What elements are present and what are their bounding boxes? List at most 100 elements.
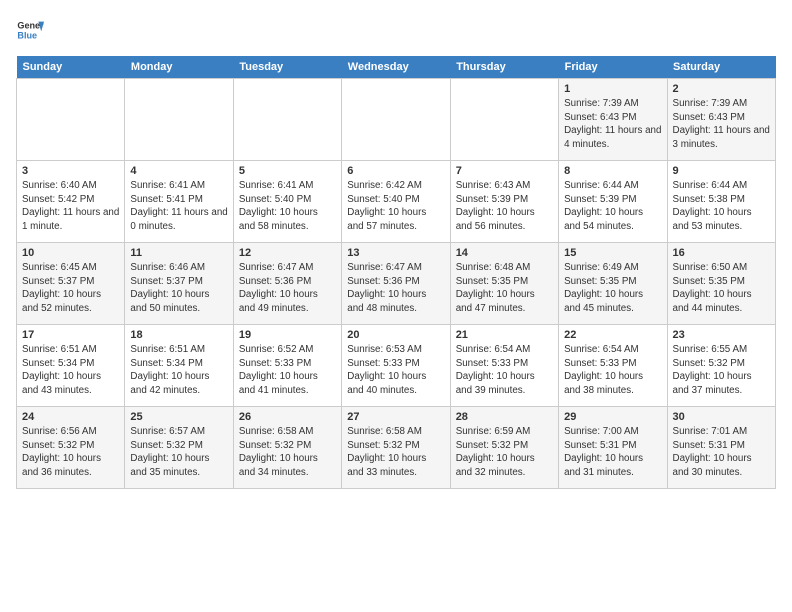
day-info: Sunrise: 6:54 AM Sunset: 5:33 PM Dayligh… — [456, 343, 553, 398]
weekday-header-row: SundayMondayTuesdayWednesdayThursdayFrid… — [17, 56, 776, 79]
calendar-cell: 23 Sunrise: 6:55 AM Sunset: 5:32 PM Dayli… — [667, 325, 775, 407]
day-number: 17 — [22, 329, 119, 341]
calendar-cell: 2 Sunrise: 7:39 AM Sunset: 6:43 PM Daylig… — [667, 79, 775, 161]
day-number: 25 — [130, 411, 227, 423]
day-number: 21 — [456, 329, 553, 341]
day-number: 15 — [564, 247, 661, 259]
day-info: Sunrise: 7:39 AM Sunset: 6:43 PM Dayligh… — [673, 97, 770, 152]
calendar-cell: 25 Sunrise: 6:57 AM Sunset: 5:32 PM Dayli… — [125, 407, 233, 489]
day-number: 3 — [22, 165, 119, 177]
day-number: 28 — [456, 411, 553, 423]
weekday-header-cell: Friday — [559, 56, 667, 79]
day-number: 5 — [239, 165, 336, 177]
weekday-header-cell: Thursday — [450, 56, 558, 79]
day-info: Sunrise: 6:56 AM Sunset: 5:32 PM Dayligh… — [22, 425, 119, 480]
day-info: Sunrise: 6:50 AM Sunset: 5:35 PM Dayligh… — [673, 261, 770, 316]
day-number: 16 — [673, 247, 770, 259]
calendar-cell: 24 Sunrise: 6:56 AM Sunset: 5:32 PM Dayli… — [17, 407, 125, 489]
day-info: Sunrise: 7:00 AM Sunset: 5:31 PM Dayligh… — [564, 425, 661, 480]
calendar-cell: 18Sunrise: 6:51 AM Sunset: 5:34 PM Dayli… — [125, 325, 233, 407]
day-number: 2 — [673, 83, 770, 95]
day-number: 30 — [673, 411, 770, 423]
day-number: 7 — [456, 165, 553, 177]
day-info: Sunrise: 6:49 AM Sunset: 5:35 PM Dayligh… — [564, 261, 661, 316]
calendar-table: SundayMondayTuesdayWednesdayThursdayFrid… — [16, 56, 776, 489]
day-number: 20 — [347, 329, 444, 341]
day-number: 4 — [130, 165, 227, 177]
calendar-cell: 16 Sunrise: 6:50 AM Sunset: 5:35 PM Dayli… — [667, 243, 775, 325]
calendar-cell: 10Sunrise: 6:45 AM Sunset: 5:37 PM Dayli… — [17, 243, 125, 325]
calendar-cell: 29 Sunrise: 7:00 AM Sunset: 5:31 PM Dayli… — [559, 407, 667, 489]
day-info: Sunrise: 6:41 AM Sunset: 5:40 PM Dayligh… — [239, 179, 336, 234]
day-number: 23 — [673, 329, 770, 341]
calendar-cell: 20 Sunrise: 6:53 AM Sunset: 5:33 PM Dayli… — [342, 325, 450, 407]
svg-text:Blue: Blue — [17, 30, 37, 40]
calendar-week-row: 10Sunrise: 6:45 AM Sunset: 5:37 PM Dayli… — [17, 243, 776, 325]
day-info: Sunrise: 6:51 AM Sunset: 5:34 PM Dayligh… — [22, 343, 119, 398]
day-info: Sunrise: 6:52 AM Sunset: 5:33 PM Dayligh… — [239, 343, 336, 398]
day-number: 14 — [456, 247, 553, 259]
day-number: 24 — [22, 411, 119, 423]
calendar-cell — [17, 79, 125, 161]
calendar-cell: 26Sunrise: 6:58 AM Sunset: 5:32 PM Dayli… — [233, 407, 341, 489]
calendar-week-row: 3Sunrise: 6:40 AM Sunset: 5:42 PM Daylig… — [17, 161, 776, 243]
calendar-cell: 21 Sunrise: 6:54 AM Sunset: 5:33 PM Dayli… — [450, 325, 558, 407]
calendar-cell: 14 Sunrise: 6:48 AM Sunset: 5:35 PM Dayli… — [450, 243, 558, 325]
day-info: Sunrise: 6:45 AM Sunset: 5:37 PM Dayligh… — [22, 261, 119, 316]
calendar-cell: 28 Sunrise: 6:59 AM Sunset: 5:32 PM Dayli… — [450, 407, 558, 489]
calendar-week-row: 17 Sunrise: 6:51 AM Sunset: 5:34 PM Dayli… — [17, 325, 776, 407]
day-info: Sunrise: 7:39 AM Sunset: 6:43 PM Dayligh… — [564, 97, 661, 152]
day-info: Sunrise: 6:53 AM Sunset: 5:33 PM Dayligh… — [347, 343, 444, 398]
calendar-cell: 13 Sunrise: 6:47 AM Sunset: 5:36 PM Dayli… — [342, 243, 450, 325]
day-number: 29 — [564, 411, 661, 423]
calendar-cell: 15 Sunrise: 6:49 AM Sunset: 5:35 PM Dayli… — [559, 243, 667, 325]
calendar-cell: 27Sunrise: 6:58 AM Sunset: 5:32 PM Dayli… — [342, 407, 450, 489]
day-info: Sunrise: 6:44 AM Sunset: 5:39 PM Dayligh… — [564, 179, 661, 234]
calendar-cell: 5 Sunrise: 6:41 AM Sunset: 5:40 PM Daylig… — [233, 161, 341, 243]
day-number: 19 — [239, 329, 336, 341]
calendar-cell — [450, 79, 558, 161]
day-number: 12 — [239, 247, 336, 259]
day-number: 1 — [564, 83, 661, 95]
day-info: Sunrise: 7:01 AM Sunset: 5:31 PM Dayligh… — [673, 425, 770, 480]
calendar-body: 1 Sunrise: 7:39 AM Sunset: 6:43 PM Daylig… — [17, 79, 776, 489]
calendar-cell: 19 Sunrise: 6:52 AM Sunset: 5:33 PM Dayli… — [233, 325, 341, 407]
calendar-cell: 17 Sunrise: 6:51 AM Sunset: 5:34 PM Dayli… — [17, 325, 125, 407]
weekday-header-cell: Monday — [125, 56, 233, 79]
day-info: Sunrise: 6:44 AM Sunset: 5:38 PM Dayligh… — [673, 179, 770, 234]
day-info: Sunrise: 6:55 AM Sunset: 5:32 PM Dayligh… — [673, 343, 770, 398]
calendar-cell: 11Sunrise: 6:46 AM Sunset: 5:37 PM Dayli… — [125, 243, 233, 325]
day-number: 11 — [130, 247, 227, 259]
day-info: Sunrise: 6:42 AM Sunset: 5:40 PM Dayligh… — [347, 179, 444, 234]
weekday-header-cell: Sunday — [17, 56, 125, 79]
calendar-week-row: 24 Sunrise: 6:56 AM Sunset: 5:32 PM Dayli… — [17, 407, 776, 489]
day-info: Sunrise: 6:47 AM Sunset: 5:36 PM Dayligh… — [239, 261, 336, 316]
calendar-cell: 12 Sunrise: 6:47 AM Sunset: 5:36 PM Dayli… — [233, 243, 341, 325]
calendar-cell: 3Sunrise: 6:40 AM Sunset: 5:42 PM Daylig… — [17, 161, 125, 243]
page-header: General Blue — [16, 16, 776, 44]
day-info: Sunrise: 6:51 AM Sunset: 5:34 PM Dayligh… — [130, 343, 227, 398]
day-info: Sunrise: 6:58 AM Sunset: 5:32 PM Dayligh… — [239, 425, 336, 480]
weekday-header-cell: Wednesday — [342, 56, 450, 79]
calendar-cell — [342, 79, 450, 161]
day-info: Sunrise: 6:41 AM Sunset: 5:41 PM Dayligh… — [130, 179, 227, 234]
day-info: Sunrise: 6:47 AM Sunset: 5:36 PM Dayligh… — [347, 261, 444, 316]
calendar-cell: 22Sunrise: 6:54 AM Sunset: 5:33 PM Dayli… — [559, 325, 667, 407]
day-info: Sunrise: 6:59 AM Sunset: 5:32 PM Dayligh… — [456, 425, 553, 480]
day-number: 27 — [347, 411, 444, 423]
calendar-cell: 1 Sunrise: 7:39 AM Sunset: 6:43 PM Daylig… — [559, 79, 667, 161]
logo: General Blue — [16, 16, 44, 44]
day-number: 13 — [347, 247, 444, 259]
logo-icon: General Blue — [16, 16, 44, 44]
day-number: 22 — [564, 329, 661, 341]
day-number: 9 — [673, 165, 770, 177]
day-number: 8 — [564, 165, 661, 177]
calendar-cell: 4 Sunrise: 6:41 AM Sunset: 5:41 PM Daylig… — [125, 161, 233, 243]
calendar-cell: 7 Sunrise: 6:43 AM Sunset: 5:39 PM Daylig… — [450, 161, 558, 243]
day-info: Sunrise: 6:57 AM Sunset: 5:32 PM Dayligh… — [130, 425, 227, 480]
day-info: Sunrise: 6:43 AM Sunset: 5:39 PM Dayligh… — [456, 179, 553, 234]
weekday-header-cell: Tuesday — [233, 56, 341, 79]
calendar-cell: 30 Sunrise: 7:01 AM Sunset: 5:31 PM Dayli… — [667, 407, 775, 489]
day-info: Sunrise: 6:48 AM Sunset: 5:35 PM Dayligh… — [456, 261, 553, 316]
calendar-cell: 6Sunrise: 6:42 AM Sunset: 5:40 PM Daylig… — [342, 161, 450, 243]
